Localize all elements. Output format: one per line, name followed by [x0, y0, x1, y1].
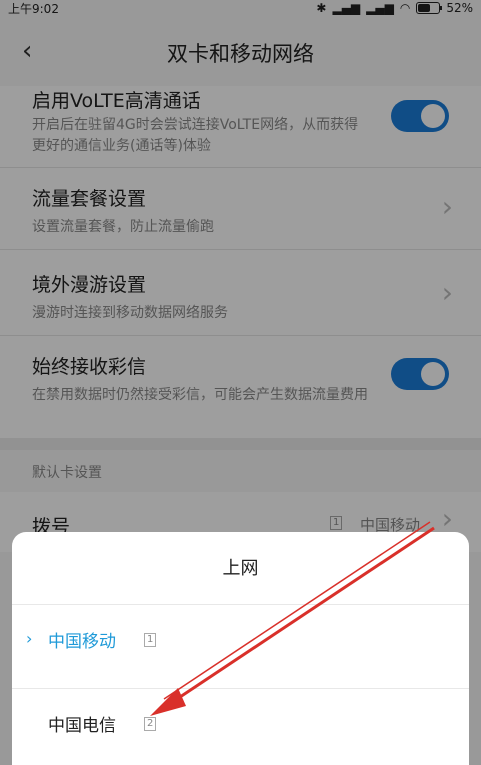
- watermark-url: jingyan.baidu.com: [370, 740, 463, 751]
- option-label: 中国移动: [48, 632, 116, 652]
- watermark-logo: Bai 经验: [396, 720, 463, 739]
- sim-badge: 2: [144, 717, 157, 731]
- watermark: Bai 经验 jingyan.baidu.com: [371, 716, 463, 751]
- sim-badge: 1: [144, 633, 157, 647]
- option-label: 中国电信: [48, 716, 116, 736]
- selected-chevron-icon: ›: [26, 629, 33, 648]
- screen: 上午9:02 ✱ ▂▄▆ ▂▄▆ ◠ 52% ‹ 双卡和移动网络 启用VoLTE…: [0, 0, 481, 765]
- sheet-title: 上网: [222, 558, 259, 579]
- sheet-option-china-mobile[interactable]: › 中国移动 1: [12, 604, 469, 677]
